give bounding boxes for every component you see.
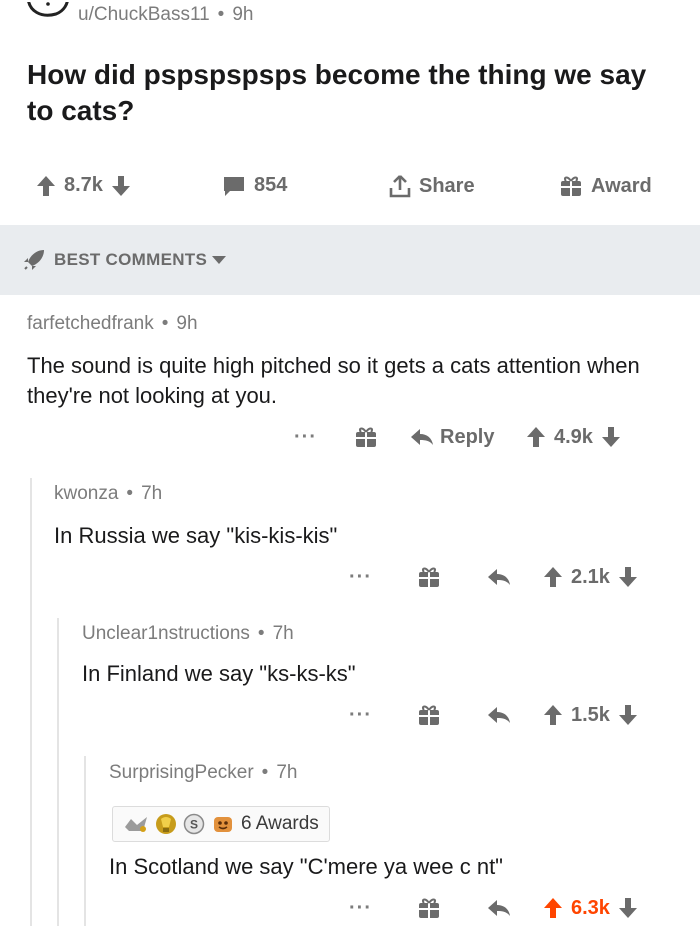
downvote-arrow-icon[interactable] [618,704,638,726]
comment-meta: farfetchedfrank • 9h [27,313,198,335]
vote-count: 6.3k [571,896,610,919]
downvote-arrow-icon[interactable] [111,175,131,197]
comment-actions: ··· 1.5k [349,703,638,727]
comment-actions: ··· 6.3k [349,896,638,920]
comment-icon [222,175,246,197]
reply-label[interactable]: Reply [440,426,526,449]
upvote-arrow-icon[interactable] [543,704,563,726]
more-options-icon[interactable]: ··· [294,426,354,449]
gift-icon[interactable] [417,565,487,589]
more-options-icon[interactable]: ··· [349,897,417,920]
share-label: Share [419,174,475,197]
comment-actions: ··· Reply 4.9k [294,425,621,449]
upvote-arrow-icon[interactable] [36,175,56,197]
silver-award-icon: S [183,813,205,835]
gold-award-icon [155,813,177,835]
more-options-icon[interactable]: ··· [349,566,417,589]
meta-dot: • [257,623,265,644]
award-icon [123,813,149,835]
comment-author[interactable]: kwonza [54,483,118,505]
downvote-arrow-icon[interactable] [618,566,638,588]
gift-icon[interactable] [417,703,487,727]
comments-button[interactable]: 854 [222,174,287,197]
comment-body: The sound is quite high pitched so it ge… [27,353,640,408]
reply-arrow-icon[interactable] [487,568,543,586]
post-vote-group: 8.7k [36,174,131,197]
meta-dot: • [261,762,269,783]
gift-icon[interactable] [354,425,410,449]
upvote-arrow-icon[interactable] [543,566,563,588]
wholesome-award-icon [211,813,235,835]
thread-line[interactable] [30,478,32,926]
comment-age: 7h [272,623,294,644]
comment-age: 9h [176,313,198,334]
meta-dot: • [126,483,134,504]
awards-badge[interactable]: S 6 Awards [112,806,330,842]
reply-arrow-icon[interactable] [410,428,434,446]
upvote-arrow-icon[interactable] [526,426,546,448]
thread-line[interactable] [84,756,86,926]
svg-text:S: S [190,818,198,832]
comment-actions: ··· 2.1k [349,565,638,589]
comment-age: 7h [141,483,163,504]
downvote-arrow-icon[interactable] [618,897,638,919]
comment-author[interactable]: SurprisingPecker [109,762,254,784]
post-age: 9h [232,4,254,25]
thread-line[interactable] [57,618,59,926]
comment-age: 7h [276,762,298,783]
vote-count: 2.1k [571,565,610,588]
comments-count: 854 [254,174,288,196]
post-title[interactable]: How did pspspspsps become the thing we s… [27,57,677,129]
rocket-icon [22,248,46,272]
sort-label: BEST COMMENTS [54,250,208,269]
downvote-arrow-icon[interactable] [601,426,621,448]
comment-meta: kwonza • 7h [54,483,162,505]
post-author[interactable]: u/ChuckBass11 [78,4,210,26]
gift-icon[interactable] [417,896,487,920]
more-options-icon[interactable]: ··· [349,704,417,727]
share-icon [389,174,411,198]
comment-body: In Scotland we say "C'mere ya wee c nt" [109,854,503,879]
comment-meta: Unclear1nstructions • 7h [82,623,294,645]
reply-arrow-icon[interactable] [487,706,543,724]
comment-author[interactable]: farfetchedfrank [27,313,154,335]
comment-body: In Russia we say "kis-kis-kis" [54,523,338,548]
reply-arrow-icon[interactable] [487,899,543,917]
vote-count: 4.9k [554,425,593,448]
comment-meta: SurprisingPecker • 7h [109,762,297,784]
gift-icon [559,174,583,198]
award-button[interactable]: Award [559,174,652,198]
comment-body: In Finland we say "ks-ks-ks" [82,661,356,686]
meta-dot: • [217,4,225,25]
meta-dot: • [161,313,169,334]
post-header: u/ChuckBass11 • 9h [22,0,253,30]
awards-count: 6 Awards [241,813,319,834]
post-vote-count: 8.7k [64,174,103,196]
comment-author[interactable]: Unclear1nstructions [82,623,250,645]
vote-count: 1.5k [571,703,610,726]
award-label: Award [591,174,652,197]
caret-down-icon [211,254,227,266]
upvote-arrow-icon-active[interactable] [543,897,563,919]
sort-bar[interactable]: BEST COMMENTS [0,225,700,295]
share-button[interactable]: Share [389,174,475,198]
comment-bubble-icon [22,2,70,28]
